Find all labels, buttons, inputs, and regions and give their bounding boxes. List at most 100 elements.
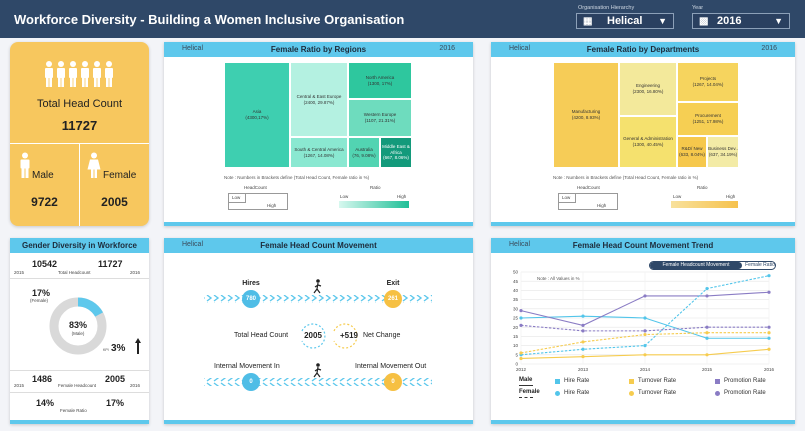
male-label: Male [32, 170, 54, 181]
female-legend-label: Female [519, 389, 540, 395]
female-headcount-2015: 1486 [32, 374, 53, 384]
treemap-cell[interactable]: North America (1300, 17%) [348, 62, 412, 99]
treemap-cell[interactable]: Western Europe (1107, 21.31%) [348, 99, 412, 137]
data-point[interactable] [705, 286, 709, 291]
card-year: 2016 [761, 45, 777, 52]
data-point[interactable] [767, 290, 771, 294]
divider [79, 143, 80, 226]
treemap-cell[interactable]: Business Dev.. (637, 34.19%) [707, 136, 739, 168]
legend-female-hire[interactable]: Hire Rate [555, 390, 589, 396]
hires-label: Hires [242, 280, 260, 287]
treemap-cell[interactable]: Central & East Europe (2400, 29.87%) [290, 62, 348, 137]
card-header: Gender Diversity in Workforce [10, 238, 149, 253]
internal-out-label: Internal Movement Out [355, 363, 427, 370]
treemap-cell[interactable]: General & Administration (1300, 40.45%) [619, 116, 677, 168]
treemap-cell[interactable]: Procurement (1251, 17.98%) [677, 102, 739, 136]
headcount-2016: 11727 [98, 259, 123, 269]
headcount-legend-label: HeadCount [577, 185, 600, 190]
legend-female-promotion[interactable]: Promotion Rate [715, 390, 766, 396]
card-footer [491, 420, 795, 424]
y-tick-label: 5 [515, 352, 518, 357]
data-point[interactable] [581, 329, 585, 333]
male-caption: (Male) [71, 331, 85, 336]
data-point[interactable] [767, 347, 771, 351]
internal-out-value: 0 [391, 379, 395, 385]
data-point[interactable] [581, 340, 585, 344]
data-point[interactable] [705, 336, 709, 340]
card-title: Gender Diversity in Workforce [22, 241, 137, 250]
data-point[interactable] [643, 332, 647, 337]
header-bar: Workforce Diversity - Building a Women I… [0, 0, 805, 38]
male-legend-label: Male [519, 377, 533, 383]
headcount-summary-card: Total Head Count 11727 Male 9722 Female … [10, 42, 149, 226]
y-tick-label: 40 [513, 288, 519, 293]
data-point[interactable] [519, 351, 523, 355]
data-point[interactable] [643, 316, 647, 320]
data-point[interactable] [581, 314, 585, 318]
male-value: 9722 [31, 195, 58, 209]
card-footer [10, 420, 149, 424]
data-point[interactable] [519, 316, 523, 320]
ratio-legend-label: Ratio [370, 185, 381, 190]
treemap-cell[interactable]: Projects (1267, 14.04%) [677, 62, 739, 102]
walking-person-icon [313, 279, 322, 294]
treemap-cell[interactable]: Australia (76, 9.08%) [348, 137, 380, 168]
hierarchy-select[interactable]: ▦ Helical ▼ [576, 13, 674, 29]
data-point[interactable] [643, 353, 647, 357]
data-point[interactable] [767, 274, 771, 278]
data-point[interactable] [705, 353, 709, 357]
treemap-cell[interactable]: Engineering (2300, 16.80%) [619, 62, 677, 116]
card-title: Female Ratio by Regions [270, 45, 367, 54]
legend-male-promotion[interactable]: Promotion Rate [715, 378, 766, 384]
male-percent: 83% [68, 320, 87, 330]
card-footer [164, 420, 473, 424]
data-point[interactable] [705, 331, 709, 335]
data-point[interactable] [705, 325, 709, 329]
x-tick-label: 2016 [764, 367, 775, 372]
data-point[interactable] [767, 325, 771, 329]
treemap-cell[interactable]: South & Central America (1267, 14.08%) [290, 137, 348, 168]
y-tick-label: 35 [513, 297, 519, 302]
female-value: 2005 [101, 195, 128, 209]
data-point[interactable] [767, 336, 771, 340]
data-point[interactable] [643, 329, 647, 333]
legend-male-turnover[interactable]: Turnover Rate [629, 378, 676, 384]
card-year: 2016 [439, 45, 455, 52]
year-label: Year [692, 5, 704, 11]
legend-male-hire[interactable]: Hire Rate [555, 378, 589, 384]
legend-female-turnover[interactable]: Turnover Rate [629, 390, 676, 396]
data-point[interactable] [705, 294, 709, 298]
female-icon [87, 152, 101, 178]
data-point[interactable] [643, 344, 647, 348]
total-headcount-label: Total Head Count [234, 332, 289, 339]
y-tick-label: 0 [515, 362, 518, 367]
total-headcount-caption: Total Headcount [58, 270, 91, 275]
treemap-cell[interactable]: Asia (4300,17%) [224, 62, 290, 168]
treemap-cell[interactable]: R&D/ New (633, 8.04%) [677, 136, 707, 168]
data-point[interactable] [767, 331, 771, 335]
movement-trend-card: Helical Female Head Count Movement Trend… [491, 238, 795, 424]
calendar-icon: ▩ [699, 16, 709, 27]
data-point[interactable] [643, 294, 647, 298]
data-point[interactable] [519, 309, 523, 313]
net-change-value: +519 [339, 331, 359, 340]
data-point[interactable] [519, 323, 523, 327]
chevron-down-icon: ▼ [774, 16, 783, 26]
x-tick-label: 2015 [702, 367, 713, 372]
data-point[interactable] [581, 355, 585, 359]
exit-label: Exit [386, 280, 400, 287]
y-tick-label: 45 [513, 279, 519, 284]
year-select[interactable]: ▩ 2016 ▼ [692, 13, 790, 29]
treemap-cell[interactable]: Manufacturing (4200, 8.93%) [553, 62, 619, 168]
hierarchy-value: Helical [607, 15, 643, 27]
data-point[interactable] [519, 356, 523, 361]
x-tick-label: 2014 [640, 367, 651, 372]
treemap: Asia (4300,17%) Central & East Europe (240… [224, 62, 412, 168]
data-point[interactable] [581, 323, 585, 327]
year-value: 2016 [717, 15, 742, 27]
female-ratio-2016: 17% [106, 398, 125, 408]
treemap-cell[interactable]: Middle East & Africa (667, 8.06%) [380, 137, 412, 168]
kpi-value: 3% [111, 343, 126, 354]
data-point[interactable] [581, 347, 585, 351]
y-tick-label: 30 [513, 306, 519, 311]
